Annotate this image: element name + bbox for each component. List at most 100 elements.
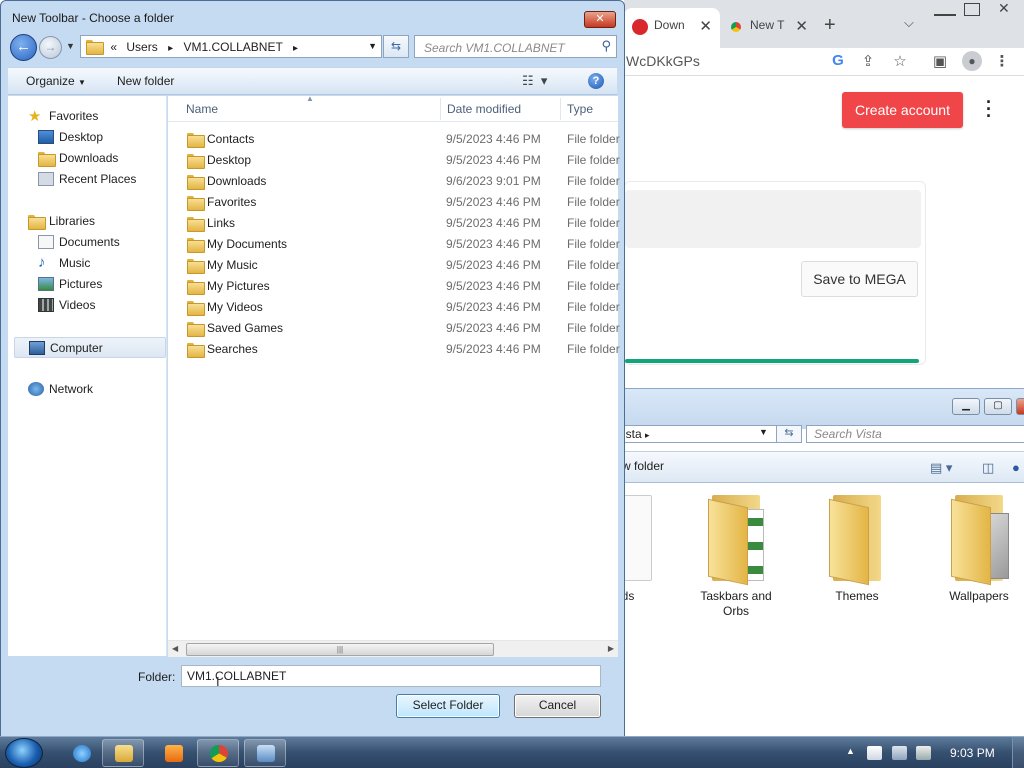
back-button[interactable]: ←: [10, 34, 37, 61]
folder-item[interactable]: Themes: [817, 491, 897, 604]
file-row[interactable]: My Documents 9/5/2023 4:46 PM File folder: [168, 233, 620, 254]
restore-icon[interactable]: [964, 3, 980, 16]
chrome-menu-icon[interactable]: ⋮: [992, 52, 1012, 70]
chrome-tab-newtab[interactable]: New T ✕: [720, 8, 816, 48]
file-row[interactable]: My Pictures 9/5/2023 4:46 PM File folder: [168, 275, 620, 296]
maximize-button[interactable]: ▢: [984, 398, 1012, 415]
folder-item[interactable]: ds: [620, 491, 668, 604]
file-row[interactable]: Searches 9/5/2023 4:46 PM File folder: [168, 338, 620, 359]
select-folder-button[interactable]: Select Folder: [396, 694, 500, 718]
taskbar-control-panel[interactable]: [244, 739, 286, 767]
create-account-button[interactable]: Create account: [842, 92, 963, 128]
nav-favorites[interactable]: ★ Favorites: [28, 106, 186, 127]
column-name[interactable]: Name: [186, 102, 218, 116]
profile-avatar-icon[interactable]: ●: [962, 51, 982, 71]
taskbar-internet-explorer[interactable]: [60, 739, 102, 767]
column-type[interactable]: Type: [567, 102, 593, 116]
recent-pages-dropdown-icon[interactable]: ▼: [66, 41, 75, 51]
scroll-left-icon[interactable]: ◀: [172, 644, 178, 653]
search-icon[interactable]: ⚲: [601, 38, 611, 54]
chrome-tab-mega[interactable]: Down ✕: [624, 8, 720, 48]
documents-icon: [38, 234, 54, 249]
file-row[interactable]: My Music 9/5/2023 4:46 PM File folder: [168, 254, 620, 275]
taskbar-windows-explorer[interactable]: [102, 739, 144, 767]
preview-pane-icon[interactable]: ◫: [982, 460, 994, 476]
nav-computer[interactable]: Computer: [14, 337, 166, 358]
folder-icon: [187, 280, 205, 295]
organize-button[interactable]: Organize ▼: [26, 74, 86, 88]
taskbar-media-player[interactable]: [152, 739, 194, 767]
new-folder-button[interactable]: New folder: [117, 74, 174, 88]
breadcrumb-overflow[interactable]: «: [110, 40, 117, 54]
nav-libraries[interactable]: Libraries: [28, 211, 186, 232]
breadcrumb-users[interactable]: Users: [126, 40, 157, 54]
address-segment[interactable]: ista: [623, 427, 642, 441]
new-folder-button[interactable]: w folder: [622, 459, 664, 473]
breadcrumb-arrow-icon[interactable]: ▸: [645, 430, 650, 440]
network-tray-icon[interactable]: [892, 746, 907, 760]
chrome-address-bar[interactable]: WcDKkGPs G ⇪ ☆ ▣ ● ⋮: [624, 48, 1024, 76]
navigation-pane: ★ Favorites Desktop Downloads Recent Plac…: [8, 96, 167, 656]
side-panel-icon[interactable]: ▣: [930, 52, 950, 70]
close-button[interactable]: [1016, 398, 1024, 415]
file-row[interactable]: Desktop 9/5/2023 4:46 PM File folder: [168, 149, 620, 170]
file-row[interactable]: Favorites 9/5/2023 4:46 PM File folder: [168, 191, 620, 212]
file-row[interactable]: Saved Games 9/5/2023 4:46 PM File folder: [168, 317, 620, 338]
system-clock[interactable]: 9:03 PM: [950, 746, 995, 760]
file-row[interactable]: Contacts 9/5/2023 4:46 PM File folder: [168, 128, 620, 149]
google-icon[interactable]: G: [828, 52, 848, 69]
breadcrumb-arrow-icon[interactable]: ▸: [293, 43, 298, 54]
folder-item[interactable]: Wallpapers: [939, 491, 1019, 604]
folder-field[interactable]: VM1.COLLABNET: [181, 665, 601, 687]
explorer-address-bar[interactable]: ista ▸ ▼: [620, 425, 802, 443]
breadcrumb-arrow-icon[interactable]: ▸: [168, 43, 173, 54]
bookmark-star-icon[interactable]: ☆: [890, 52, 910, 70]
chrome-tab-label: Down: [654, 18, 685, 32]
search-input[interactable]: Search VM1.COLLABNET ⚲: [414, 35, 617, 58]
action-center-icon[interactable]: [867, 746, 882, 760]
nav-network[interactable]: Network: [28, 379, 186, 400]
close-window-icon[interactable]: ✕: [998, 0, 1010, 17]
url-text[interactable]: WcDKkGPs: [626, 53, 700, 69]
address-dropdown-icon[interactable]: ▼: [759, 427, 768, 437]
minimize-button[interactable]: ▁: [952, 398, 980, 415]
change-view-icon[interactable]: ☷ ▾: [522, 73, 547, 89]
scrollbar-thumb[interactable]: |||: [186, 643, 494, 656]
explorer-search-input[interactable]: Search Vista: [806, 425, 1024, 443]
scroll-right-icon[interactable]: ▶: [608, 644, 614, 653]
address-dropdown-icon[interactable]: ▼: [368, 41, 377, 51]
close-tab-icon[interactable]: ✕: [795, 17, 808, 35]
tab-search-chevron-icon[interactable]: ⌵: [904, 15, 914, 31]
horizontal-scrollbar[interactable]: ◀ ||| ▶: [168, 640, 618, 657]
forward-button[interactable]: →: [39, 36, 62, 59]
taskbar-chrome[interactable]: [197, 739, 239, 767]
refresh-icon[interactable]: ⇆: [776, 425, 802, 443]
save-to-mega-button[interactable]: Save to MEGA: [801, 261, 918, 297]
folder-item[interactable]: Taskbars and Orbs: [696, 491, 776, 619]
cancel-button[interactable]: Cancel: [514, 694, 601, 718]
share-icon[interactable]: ⇪: [858, 52, 878, 70]
show-desktop-button[interactable]: [1012, 737, 1024, 768]
show-hidden-icons-icon[interactable]: ▲: [846, 746, 855, 756]
change-view-icon[interactable]: ▤ ▾: [930, 460, 952, 476]
help-icon[interactable]: ●: [1012, 460, 1020, 475]
column-date-modified[interactable]: Date modified: [447, 102, 521, 116]
close-dialog-button[interactable]: ✕: [584, 11, 616, 28]
file-row[interactable]: Downloads 9/6/2023 9:01 PM File folder: [168, 170, 620, 191]
file-row[interactable]: My Videos 9/5/2023 4:46 PM File folder: [168, 296, 620, 317]
file-row[interactable]: Links 9/5/2023 4:46 PM File folder: [168, 212, 620, 233]
new-tab-icon[interactable]: +: [824, 14, 836, 37]
help-icon[interactable]: ?: [588, 73, 604, 89]
sort-ascending-icon: ▲: [306, 94, 314, 103]
refresh-icon[interactable]: ⇆: [383, 35, 409, 58]
computer-icon: [29, 340, 45, 355]
close-tab-icon[interactable]: ✕: [699, 17, 712, 35]
column-divider[interactable]: [440, 98, 441, 120]
volume-muted-icon[interactable]: [916, 746, 931, 760]
start-orb-icon[interactable]: [5, 738, 43, 768]
breadcrumb-user-folder[interactable]: VM1.COLLABNET: [183, 40, 282, 54]
address-bar[interactable]: « Users ▸ VM1.COLLABNET ▸ ▼: [80, 35, 382, 58]
page-menu-icon[interactable]: · · ·: [986, 93, 992, 125]
minimize-icon[interactable]: [934, 2, 956, 16]
column-divider[interactable]: [560, 98, 561, 120]
